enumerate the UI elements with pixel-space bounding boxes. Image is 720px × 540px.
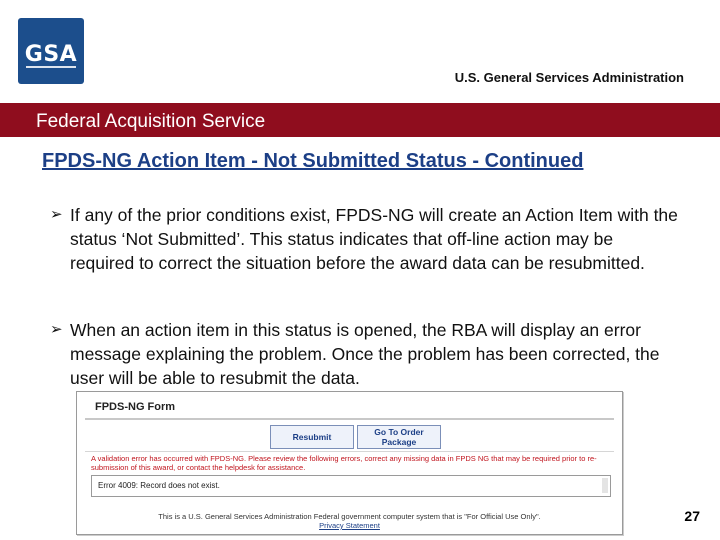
embedded-form-screenshot: FPDS-NG Form Resubmit Go To Order Packag… <box>76 391 623 535</box>
form-title: FPDS-NG Form <box>95 401 176 413</box>
slide-title: FPDS-NG Action Item - Not Submitted Stat… <box>42 150 584 172</box>
textbox-scrollbar[interactable] <box>602 478 608 493</box>
form-header: FPDS-NG Form <box>85 396 614 420</box>
footer-notice: This is a U.S. General Services Administ… <box>158 512 541 521</box>
divider <box>85 451 614 452</box>
resubmit-button[interactable]: Resubmit <box>270 425 354 449</box>
page-number: 27 <box>684 508 700 524</box>
error-textbox[interactable]: Error 4009: Record does not exist. <box>91 475 611 497</box>
bullet-text: When an action item in this status is op… <box>70 320 660 388</box>
form-footer: This is a U.S. General Services Administ… <box>77 512 622 530</box>
privacy-statement-link[interactable]: Privacy Statement <box>77 521 622 530</box>
order-label: Go To Order Package <box>374 427 424 447</box>
logo-text: GSA <box>24 42 78 67</box>
go-to-order-package-button[interactable]: Go To Order Package <box>357 425 441 449</box>
bullet-item: ➢ When an action item in this status is … <box>42 318 682 390</box>
error-text: Error 4009: Record does not exist. <box>98 481 220 490</box>
band-title: Federal Acquisition Service <box>36 111 266 132</box>
validation-error-message: A validation error has occurred with FPD… <box>91 454 597 472</box>
arrow-bullet-icon: ➢ <box>50 321 63 338</box>
arrow-bullet-icon: ➢ <box>50 206 63 223</box>
resubmit-label: Resubmit <box>292 432 332 442</box>
header-band: Federal Acquisition Service <box>0 103 720 137</box>
bullet-item: ➢ If any of the prior conditions exist, … <box>42 203 682 275</box>
bullet-text: If any of the prior conditions exist, FP… <box>70 205 678 273</box>
logo-underline <box>26 66 76 68</box>
agency-name: U.S. General Services Administration <box>454 70 684 85</box>
gsa-logo: GSA <box>18 18 84 84</box>
